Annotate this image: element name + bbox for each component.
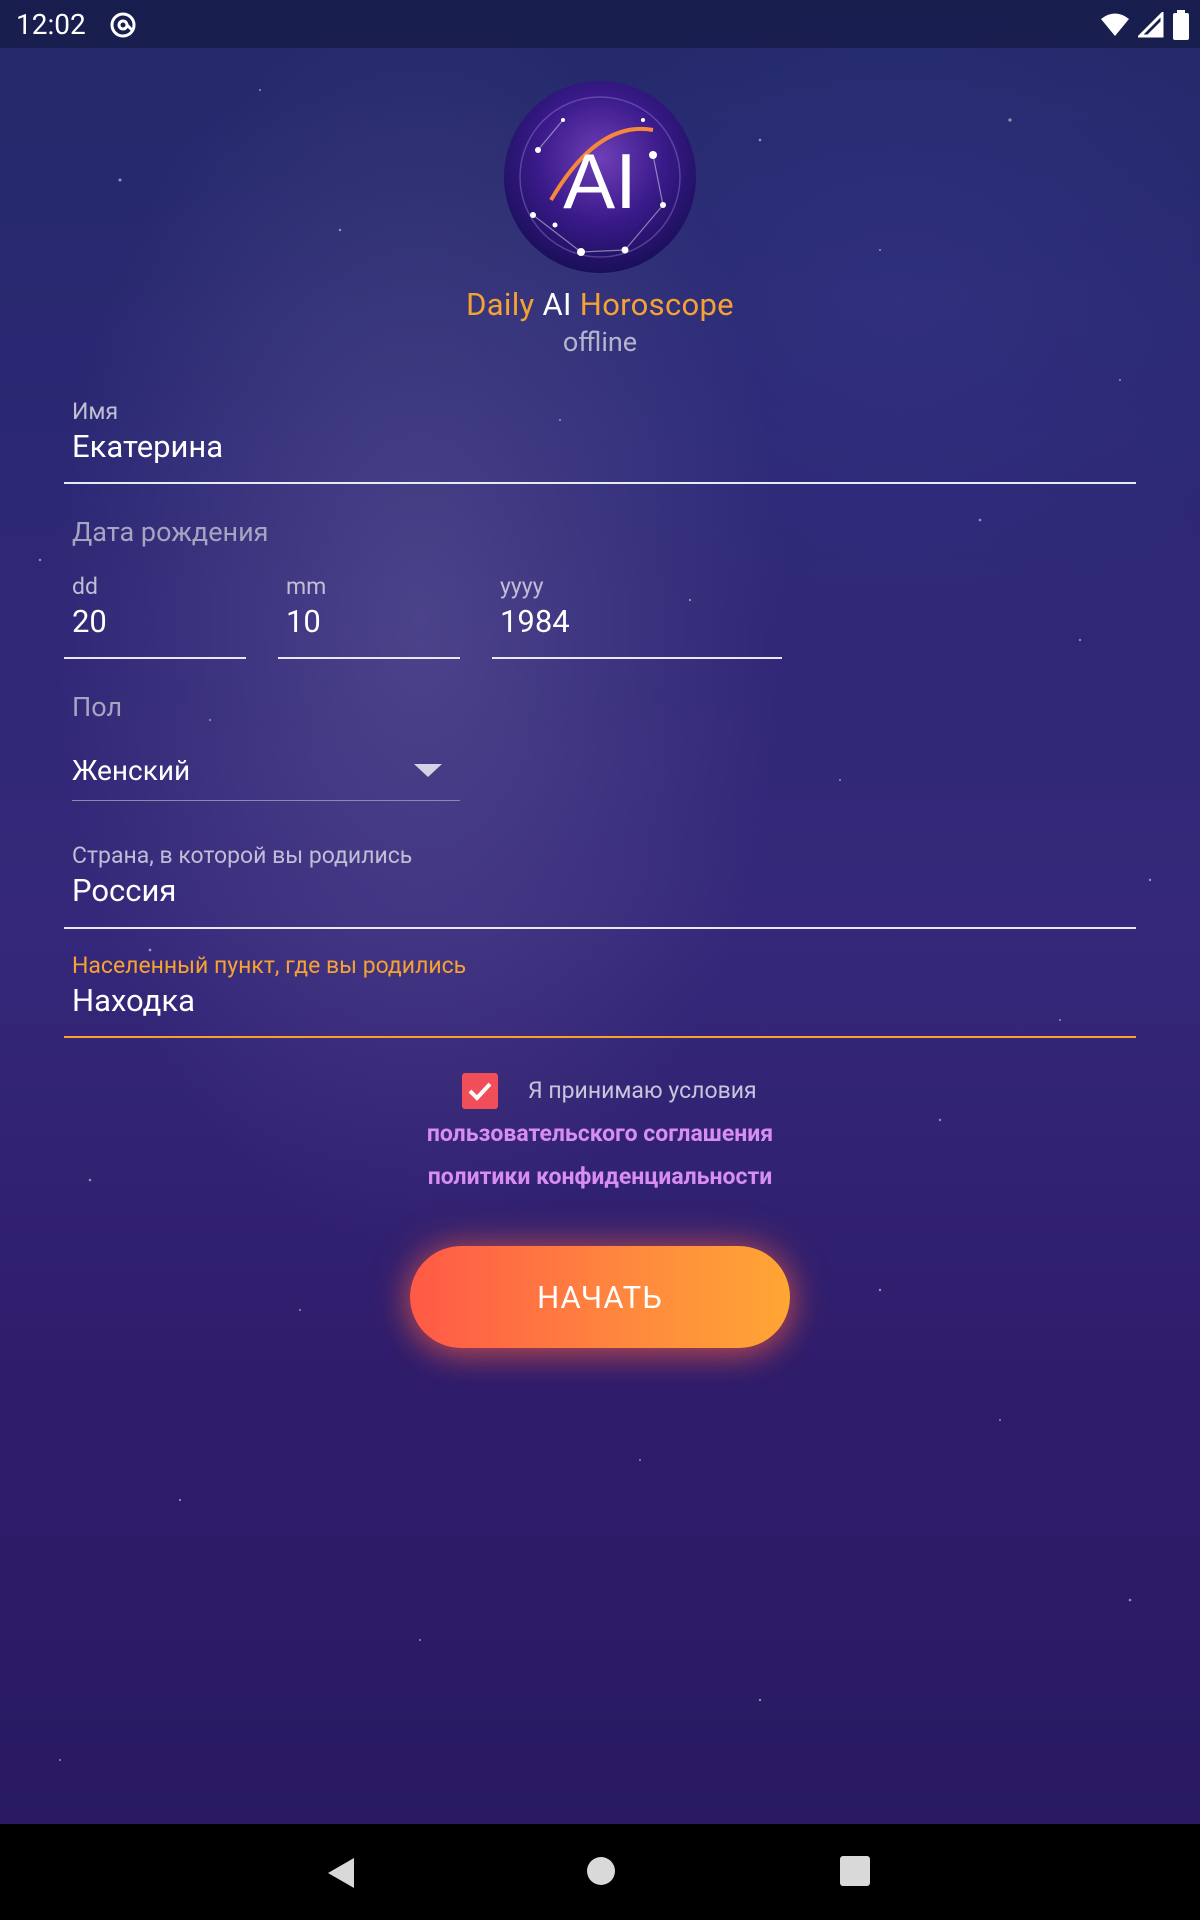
country-underline: [64, 927, 1136, 929]
country-input[interactable]: Россия: [72, 872, 176, 909]
brand-word-daily: Daily: [466, 286, 535, 323]
day-input[interactable]: 20: [72, 603, 107, 640]
city-input[interactable]: Находка: [72, 982, 195, 1019]
gender-dropdown[interactable]: Женский: [72, 748, 460, 802]
birth-date-label: Дата рождения: [72, 516, 269, 548]
country-field[interactable]: Страна, в которой вы родились Россия: [64, 840, 1136, 930]
recents-icon[interactable]: [840, 1856, 870, 1886]
year-underline: [492, 657, 782, 659]
day-underline: [64, 657, 246, 659]
status-time: 12:02: [16, 8, 86, 41]
day-field[interactable]: dd 20: [64, 571, 246, 661]
terms-checkbox[interactable]: [462, 1073, 498, 1109]
gender-label: Пол: [72, 691, 123, 723]
terms-link[interactable]: пользовательского соглашения: [0, 1120, 1200, 1147]
name-field[interactable]: Имя Екатерина: [64, 396, 1136, 486]
name-underline: [64, 482, 1136, 484]
gender-selected-value: Женский: [72, 754, 191, 787]
privacy-link[interactable]: политики конфиденциальности: [0, 1163, 1200, 1190]
battery-icon: [1173, 10, 1189, 40]
country-label: Страна, в которой вы родились: [72, 842, 413, 869]
month-label: mm: [286, 573, 327, 600]
app-screen: 12:02 AI Daily AI Horoscope offline Имя …: [0, 0, 1200, 1824]
status-bar: 12:02: [0, 0, 1200, 48]
chevron-down-icon: [414, 764, 442, 777]
name-label: Имя: [72, 398, 119, 425]
home-icon[interactable]: [586, 1856, 616, 1886]
city-underline: [64, 1036, 1136, 1038]
app-logo: AI: [504, 81, 696, 273]
checkmark-icon: [468, 1082, 492, 1101]
brand-word-ai: AI: [542, 286, 572, 323]
navigation-bar: [0, 1824, 1200, 1920]
logo-text: AI: [563, 137, 637, 225]
city-label: Населенный пункт, где вы родились: [72, 952, 467, 979]
gender-underline: [72, 800, 460, 801]
wifi-icon: [1101, 13, 1129, 36]
city-field[interactable]: Населенный пункт, где вы родились Находк…: [64, 950, 1136, 1040]
name-input[interactable]: Екатерина: [72, 428, 223, 465]
month-underline: [278, 657, 460, 659]
year-input[interactable]: 1984: [500, 603, 570, 640]
app-title: Daily AI Horoscope: [0, 286, 1200, 323]
brand-word-horoscope: Horoscope: [579, 286, 734, 323]
at-sign-icon: [110, 12, 136, 38]
month-field[interactable]: mm 10: [278, 571, 460, 661]
back-icon[interactable]: [326, 1856, 356, 1890]
month-input[interactable]: 10: [286, 603, 321, 640]
year-field[interactable]: yyyy 1984: [492, 571, 782, 661]
signal-icon: [1138, 12, 1164, 38]
app-subtitle: offline: [562, 326, 638, 358]
agree-text: Я принимаю условия: [528, 1077, 757, 1104]
year-label: yyyy: [500, 573, 544, 600]
start-button[interactable]: НАЧАТЬ: [410, 1246, 790, 1348]
day-label: dd: [72, 573, 98, 600]
